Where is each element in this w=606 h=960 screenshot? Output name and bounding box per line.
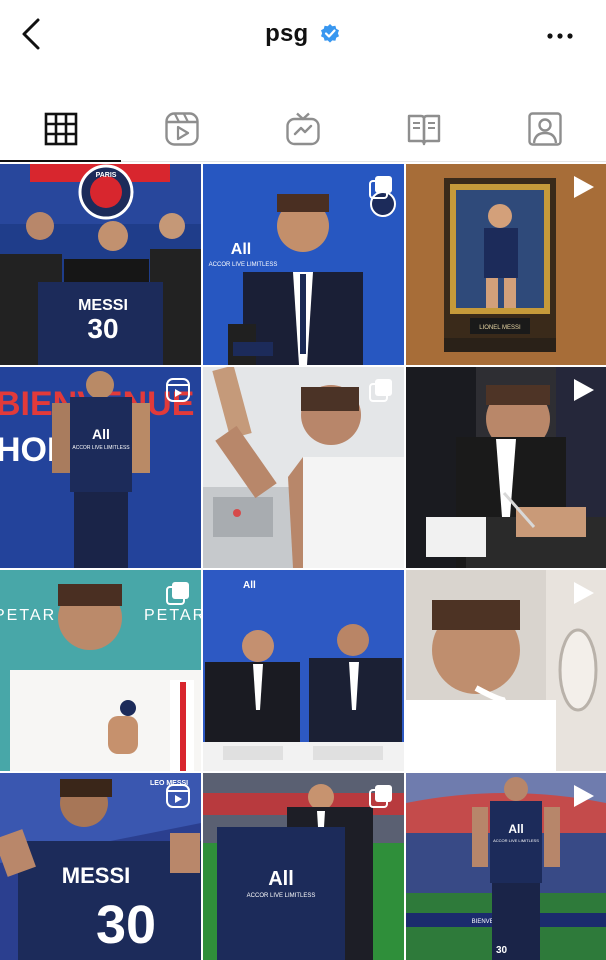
- reels-icon: [166, 378, 190, 402]
- reels-icon: [164, 112, 199, 146]
- profile-title: psg: [0, 20, 606, 56]
- active-tab-indicator: [0, 160, 121, 162]
- post-tile[interactable]: BIENVENUE HOME All ACCOR LIVE LIMITLESS: [0, 367, 201, 568]
- igtv-icon: [285, 112, 320, 146]
- post-thumbnail: PARIS MESSI 30: [0, 164, 201, 365]
- jersey-sponsor: All: [92, 426, 110, 442]
- post-tile[interactable]: LIONEL MESSI: [406, 164, 606, 365]
- tab-igtv[interactable]: [242, 98, 363, 160]
- jersey-sponsor: All: [508, 822, 523, 836]
- plaque-text: LIONEL MESSI: [479, 325, 521, 331]
- more-horizontal-icon[interactable]: [544, 24, 576, 48]
- play-icon: [574, 582, 594, 604]
- jersey-number: 30: [87, 313, 118, 344]
- carousel-icon: [369, 379, 392, 402]
- sponsor-tagline: ACCOR LIVE LIMITLESS: [209, 262, 278, 268]
- jersey-name: MESSI: [62, 863, 130, 888]
- profile-tabs: [0, 98, 606, 160]
- backdrop-text: PETAR: [0, 607, 56, 624]
- play-icon: [574, 176, 594, 198]
- jersey-number: 30: [96, 895, 156, 955]
- guides-icon: [407, 114, 440, 146]
- backdrop-text: PETAR: [144, 607, 201, 624]
- carousel-icon: [369, 785, 392, 808]
- tab-reels[interactable]: [121, 98, 242, 160]
- tab-guides[interactable]: [363, 98, 484, 160]
- sponsor-logo: All: [231, 241, 251, 258]
- shorts-number: 30: [496, 945, 508, 956]
- post-tile[interactable]: [203, 367, 404, 568]
- reels-icon: [166, 784, 190, 808]
- play-icon: [574, 379, 594, 401]
- tab-grid[interactable]: [0, 98, 121, 160]
- jersey-name: MESSI: [78, 297, 128, 314]
- play-icon: [574, 785, 594, 807]
- jersey-sponsor: All: [268, 868, 294, 890]
- post-tile[interactable]: [406, 367, 606, 568]
- post-tile[interactable]: All ACCOR LIVE LIMITLESS: [203, 164, 404, 365]
- jersey-sponsor-tagline: ACCOR LIVE LIMITLESS: [247, 893, 316, 899]
- post-tile[interactable]: All: [203, 570, 404, 771]
- post-thumbnail: All: [203, 570, 404, 771]
- tagged-icon: [527, 112, 562, 146]
- username: psg: [265, 20, 309, 47]
- post-tile[interactable]: PARIS MESSI 30: [0, 164, 201, 365]
- grid-icon: [44, 112, 77, 146]
- tab-tagged[interactable]: [484, 98, 605, 160]
- jersey-sponsor-tagline: ACCOR LIVE LIMITLESS: [72, 445, 130, 451]
- psg-logo-text: PARIS: [96, 172, 117, 179]
- posts-grid: PARIS MESSI 30 All ACCOR LIVE LIMITLESS: [0, 164, 606, 960]
- carousel-icon: [166, 582, 189, 605]
- profile-header: psg: [0, 0, 606, 80]
- jersey-sponsor-tagline: ACCOR LIVE LIMITLESS: [493, 838, 539, 843]
- carousel-icon: [369, 176, 392, 199]
- verified-badge-icon: [320, 24, 339, 43]
- post-tile[interactable]: BIENVENUE LEO MESSI All ACCOR LIVE LIMIT…: [406, 773, 606, 960]
- backdrop-sponsor: All: [243, 580, 256, 591]
- post-tile[interactable]: PETAR PETAR: [0, 570, 201, 771]
- post-tile[interactable]: All ACCOR LIVE LIMITLESS: [203, 773, 404, 960]
- post-tile[interactable]: LEO MESSI MESSI 30: [0, 773, 201, 960]
- post-tile[interactable]: [406, 570, 606, 771]
